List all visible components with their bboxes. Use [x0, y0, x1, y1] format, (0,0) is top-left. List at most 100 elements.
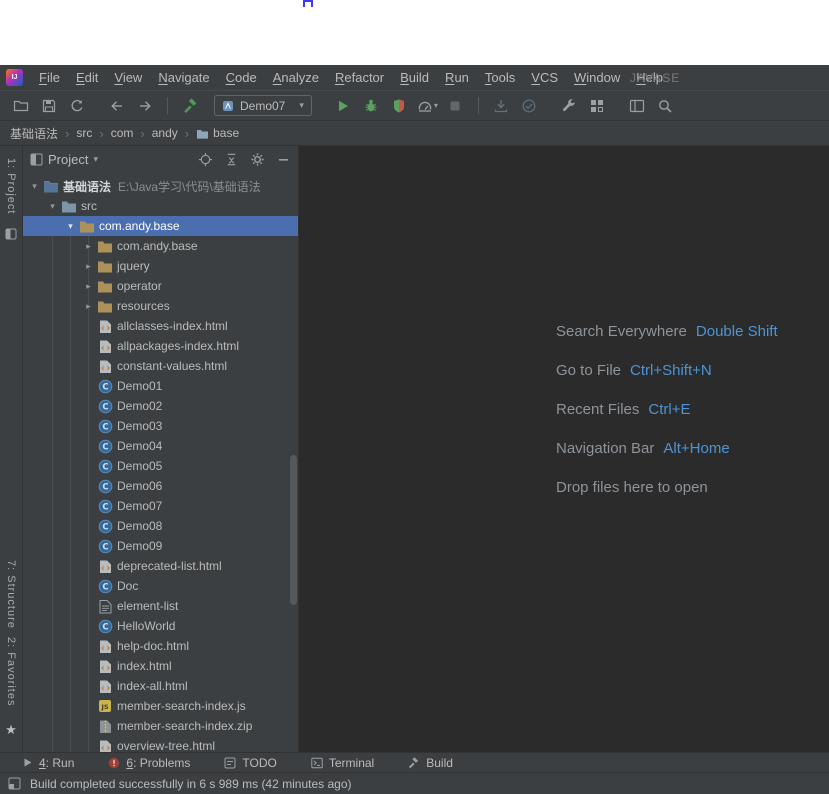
chevron-right-icon[interactable]: ▸: [81, 301, 96, 312]
toolwindow-tab-structure[interactable]: 7: Structure: [5, 556, 17, 633]
tree-row[interactable]: C Demo03: [23, 416, 298, 436]
project-structure-icon[interactable]: [585, 94, 610, 118]
menu-view[interactable]: View: [106, 67, 150, 88]
tree-row[interactable]: index-all.html: [23, 676, 298, 696]
layout-icon[interactable]: [625, 94, 650, 118]
menu-code[interactable]: Code: [218, 67, 265, 88]
menu-tools[interactable]: Tools: [477, 67, 523, 88]
toolwindow-terminal[interactable]: Terminal: [311, 756, 374, 770]
tree-row[interactable]: ▾ 基础语法 E:\Java学习\代码\基础语法: [23, 176, 298, 196]
tool-stripe-icon[interactable]: [5, 228, 17, 243]
window-title: JAVASE: [630, 70, 681, 85]
tree-row[interactable]: overview-tree.html: [23, 736, 298, 752]
profiler-icon[interactable]: ▾: [415, 94, 440, 118]
tree-item-label: element-list: [117, 599, 179, 613]
chevron-down-icon[interactable]: ▾: [45, 201, 60, 212]
tree-row[interactable]: C Demo07: [23, 496, 298, 516]
save-all-icon[interactable]: [36, 94, 61, 118]
toolwindow-problems[interactable]: 6: Problems: [108, 756, 190, 770]
tree-row[interactable]: allclasses-index.html: [23, 316, 298, 336]
tree-item-label: Demo09: [117, 539, 163, 553]
tree-row[interactable]: JS member-search-index.js: [23, 696, 298, 716]
debug-icon[interactable]: [359, 94, 384, 118]
menu-analyze[interactable]: Analyze: [265, 67, 327, 88]
class-icon: C: [96, 579, 114, 594]
menu-run[interactable]: Run: [437, 67, 477, 88]
problems-icon: [108, 757, 120, 769]
chevron-down-icon[interactable]: ▾: [63, 221, 78, 232]
locate-icon[interactable]: [198, 152, 213, 167]
tree-row[interactable]: ▸ resources: [23, 296, 298, 316]
breadcrumb-item[interactable]: 基础语法: [10, 125, 58, 142]
run-config-select[interactable]: Demo07 ▾: [214, 95, 312, 116]
tree-row[interactable]: C Demo01: [23, 376, 298, 396]
chevron-right-icon[interactable]: ▸: [81, 241, 96, 252]
tree-row[interactable]: member-search-index.zip: [23, 716, 298, 736]
tree-row[interactable]: C Doc: [23, 576, 298, 596]
tree-item-label: Doc: [117, 579, 139, 593]
menu-navigate[interactable]: Navigate: [150, 67, 217, 88]
menu-refactor[interactable]: Refactor: [327, 67, 392, 88]
tree-row[interactable]: allpackages-index.html: [23, 336, 298, 356]
forward-icon[interactable]: [132, 94, 157, 118]
open-icon[interactable]: [8, 94, 33, 118]
tree-row[interactable]: ▸ operator: [23, 276, 298, 296]
chevron-down-icon[interactable]: ▾: [27, 181, 42, 192]
toolwindow-tab-project[interactable]: 1: Project: [5, 154, 17, 218]
run-icon[interactable]: [331, 94, 356, 118]
tree-row[interactable]: C HelloWorld: [23, 616, 298, 636]
tree-row[interactable]: C Demo06: [23, 476, 298, 496]
tree-row[interactable]: C Demo05: [23, 456, 298, 476]
tree-row[interactable]: C Demo04: [23, 436, 298, 456]
html-icon: [96, 359, 114, 374]
tree-row[interactable]: C Demo09: [23, 536, 298, 556]
settings-wrench-icon[interactable]: [557, 94, 582, 118]
editor-area[interactable]: Search Everywhere Double Shift Go to File C…: [299, 146, 829, 752]
tree-row[interactable]: ▸ com.andy.base: [23, 236, 298, 256]
tree-row[interactable]: help-doc.html: [23, 636, 298, 656]
collapse-all-icon[interactable]: [224, 152, 239, 167]
file-icon: [96, 599, 114, 614]
search-icon[interactable]: [653, 94, 678, 118]
hide-panel-icon[interactable]: [276, 152, 291, 167]
chevron-down-icon[interactable]: ▾: [93, 154, 98, 165]
tree-row[interactable]: C Demo02: [23, 396, 298, 416]
toolwindow-run[interactable]: 4: Run: [22, 756, 74, 770]
chevron-right-icon[interactable]: ▸: [81, 281, 96, 292]
tree-row[interactable]: deprecated-list.html: [23, 556, 298, 576]
vcs-update-icon[interactable]: [489, 94, 514, 118]
menu-file[interactable]: File: [31, 67, 68, 88]
toolwindow-build[interactable]: Build: [408, 756, 453, 770]
toolwindow-todo[interactable]: TODO: [224, 756, 277, 770]
project-panel-title[interactable]: Project: [48, 152, 88, 167]
menu-vcs[interactable]: VCS: [523, 67, 566, 88]
tree-row[interactable]: ▸ jquery: [23, 256, 298, 276]
breadcrumb-item[interactable]: src: [76, 126, 92, 140]
tree-row[interactable]: C Demo08: [23, 516, 298, 536]
class-icon: C: [96, 379, 114, 394]
back-icon[interactable]: [104, 94, 129, 118]
toolwindow-tab-favorites[interactable]: 2: Favorites: [5, 633, 17, 710]
sync-icon[interactable]: [64, 94, 89, 118]
stop-icon[interactable]: [443, 94, 468, 118]
menu-build[interactable]: Build: [392, 67, 437, 88]
tree-row[interactable]: ▾ com.andy.base: [23, 216, 298, 236]
chevron-right-icon[interactable]: ▸: [81, 261, 96, 272]
toolwindow-toggle-icon[interactable]: [8, 777, 21, 790]
gear-icon[interactable]: [250, 152, 265, 167]
menu-window[interactable]: Window: [566, 67, 628, 88]
menu-edit[interactable]: Edit: [68, 67, 106, 88]
favorites-star-icon[interactable]: ★: [5, 722, 17, 738]
build-icon: [408, 756, 420, 769]
scrollbar-thumb[interactable]: [290, 455, 297, 605]
vcs-commit-icon[interactable]: [517, 94, 542, 118]
tree-row[interactable]: constant-values.html: [23, 356, 298, 376]
build-hammer-icon[interactable]: [178, 94, 203, 118]
tree-row[interactable]: index.html: [23, 656, 298, 676]
tree-row[interactable]: element-list: [23, 596, 298, 616]
coverage-icon[interactable]: [387, 94, 412, 118]
breadcrumb-item[interactable]: andy: [152, 126, 178, 140]
tree-row[interactable]: ▾ src: [23, 196, 298, 216]
breadcrumb-item[interactable]: base: [196, 126, 239, 140]
breadcrumb-item[interactable]: com: [111, 126, 134, 140]
